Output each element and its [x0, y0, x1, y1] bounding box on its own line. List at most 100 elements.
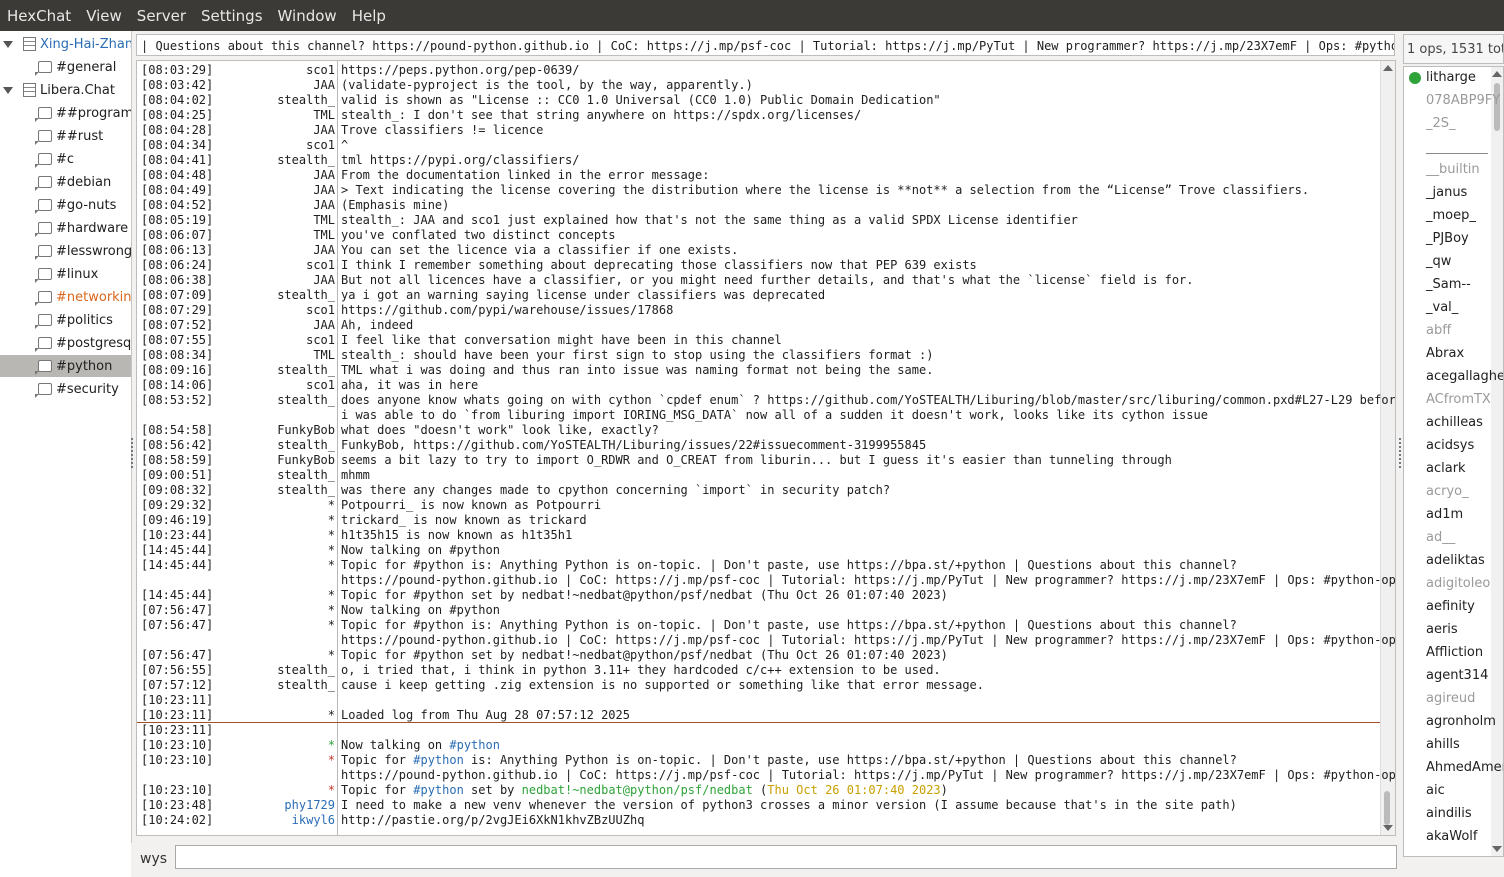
- user-list-item[interactable]: aic: [1426, 781, 1445, 801]
- nick-label[interactable]: stealth_: [277, 393, 335, 408]
- tree-channel[interactable]: #hardware: [0, 217, 131, 239]
- user-list-item[interactable]: 078ABP9FY: [1426, 91, 1500, 111]
- user-list-item[interactable]: ad1m: [1426, 505, 1463, 525]
- nick-label[interactable]: stealth_: [277, 363, 335, 378]
- user-list-item[interactable]: acegallagher: [1426, 367, 1503, 387]
- nick-label[interactable]: stealth_: [277, 288, 335, 303]
- tree-network[interactable]: Xing-Hai-Zhan: [0, 33, 131, 55]
- user-list-item[interactable]: adigitoleo: [1426, 574, 1490, 594]
- chat-log[interactable]: [08:03:29] sco1 https://peps.python.org/pe…: [136, 60, 1396, 836]
- scroll-down-icon[interactable]: [1383, 825, 1393, 831]
- nick-label[interactable]: sco1: [306, 63, 335, 78]
- nick-label[interactable]: ikwyl6: [292, 813, 335, 828]
- user-list-item[interactable]: aefinity: [1426, 597, 1475, 617]
- scroll-down-icon[interactable]: [1492, 846, 1502, 852]
- user-list-item[interactable]: agronholm: [1426, 712, 1496, 732]
- nick-label[interactable]: TML: [313, 108, 335, 123]
- nick-label[interactable]: TML: [313, 348, 335, 363]
- nick-label[interactable]: *: [328, 618, 335, 633]
- user-list-item[interactable]: __builtin: [1426, 160, 1480, 180]
- nick-label[interactable]: *: [328, 648, 335, 663]
- menu-window[interactable]: Window: [271, 7, 345, 25]
- tree-channel[interactable]: #networking: [0, 286, 131, 308]
- user-list-item[interactable]: _qw: [1426, 252, 1451, 272]
- tree-channel[interactable]: #linux: [0, 263, 131, 285]
- user-list-item[interactable]: _PJBoy: [1426, 229, 1469, 249]
- user-list-item[interactable]: acryo_: [1426, 482, 1469, 502]
- nick-label[interactable]: TML: [313, 228, 335, 243]
- menu-settings[interactable]: Settings: [194, 7, 271, 25]
- user-list-item[interactable]: agent314: [1426, 666, 1488, 686]
- expander-arrow-icon[interactable]: [3, 41, 13, 48]
- nick-label[interactable]: stealth_: [277, 468, 335, 483]
- nick-label[interactable]: sco1: [306, 303, 335, 318]
- tree-channel[interactable]: ##programming: [0, 102, 131, 124]
- user-list-item[interactable]: _janus: [1426, 183, 1467, 203]
- nick-label[interactable]: FunkyBob: [277, 423, 335, 438]
- menu-server[interactable]: Server: [130, 7, 194, 25]
- user-list-item[interactable]: acidsys: [1426, 436, 1474, 456]
- nick-label[interactable]: *: [328, 603, 335, 618]
- nick-label[interactable]: *: [328, 738, 335, 753]
- tree-channel[interactable]: #go-nuts: [0, 194, 131, 216]
- tree-channel[interactable]: #postgresql: [0, 332, 131, 354]
- nick-label[interactable]: stealth_: [277, 663, 335, 678]
- user-list-item[interactable]: achilleas: [1426, 413, 1483, 433]
- nick-label[interactable]: stealth_: [277, 153, 335, 168]
- nick-label[interactable]: JAA: [313, 123, 335, 138]
- nick-label[interactable]: stealth_: [277, 678, 335, 693]
- tree-channel[interactable]: ##rust: [0, 125, 131, 147]
- nick-label[interactable]: *: [328, 753, 335, 768]
- user-list-item[interactable]: _val_: [1426, 298, 1458, 318]
- nick-label[interactable]: *: [328, 513, 335, 528]
- menu-hexchat[interactable]: HexChat: [0, 7, 79, 25]
- nick-label[interactable]: *: [328, 498, 335, 513]
- nick-label[interactable]: *: [328, 708, 335, 723]
- scroll-up-icon[interactable]: [1383, 65, 1393, 71]
- user-list-item[interactable]: adeliktas: [1426, 551, 1485, 571]
- user-list-item[interactable]: ahills: [1426, 735, 1460, 755]
- menu-view[interactable]: View: [79, 7, 130, 25]
- nick-label[interactable]: stealth_: [277, 438, 335, 453]
- nick-label[interactable]: sco1: [306, 258, 335, 273]
- nick-label[interactable]: JAA: [313, 273, 335, 288]
- nick-label[interactable]: stealth_: [277, 483, 335, 498]
- nick-label[interactable]: JAA: [313, 168, 335, 183]
- user-list-item[interactable]: ACfromTX: [1426, 390, 1491, 410]
- nick-label[interactable]: TML: [313, 213, 335, 228]
- nick-button[interactable]: wys: [140, 851, 167, 867]
- user-list-item[interactable]: aindilis: [1426, 804, 1472, 824]
- nick-label[interactable]: stealth_: [277, 93, 335, 108]
- scroll-up-icon[interactable]: [1492, 71, 1502, 77]
- nick-label[interactable]: JAA: [313, 78, 335, 93]
- user-list-item[interactable]: Abrax: [1426, 344, 1464, 364]
- tree-channel[interactable]: #c: [0, 148, 131, 170]
- user-list-item[interactable]: akaWolf: [1426, 827, 1477, 847]
- user-list-item[interactable]: Affliction: [1426, 643, 1483, 663]
- user-list-item[interactable]: aclark: [1426, 459, 1466, 479]
- user-list-item[interactable]: _moep_: [1426, 206, 1476, 226]
- nick-label[interactable]: FunkyBob: [277, 453, 335, 468]
- nick-label[interactable]: *: [328, 558, 335, 573]
- expander-arrow-icon[interactable]: [3, 87, 13, 94]
- tree-channel[interactable]: #security: [0, 378, 131, 400]
- tree-channel[interactable]: #python: [0, 355, 131, 377]
- user-list-scrollbar[interactable]: [1491, 67, 1503, 856]
- message-input[interactable]: [175, 845, 1397, 869]
- scroll-thumb[interactable]: [1384, 791, 1390, 825]
- nick-label[interactable]: *: [328, 543, 335, 558]
- tree-channel[interactable]: #lesswrong: [0, 240, 131, 262]
- tree-network[interactable]: Libera.Chat: [0, 79, 131, 101]
- user-list-item[interactable]: ad__: [1426, 528, 1455, 548]
- nick-label[interactable]: JAA: [313, 183, 335, 198]
- nick-label[interactable]: JAA: [313, 318, 335, 333]
- left-pane-grip[interactable]: [131, 438, 135, 468]
- nick-label[interactable]: phy1729: [284, 798, 335, 813]
- menu-help[interactable]: Help: [345, 7, 394, 25]
- nick-label[interactable]: JAA: [313, 198, 335, 213]
- tree-channel[interactable]: #general: [0, 56, 131, 78]
- nick-label[interactable]: *: [328, 528, 335, 543]
- user-list-item[interactable]: aeris: [1426, 620, 1458, 640]
- user-list-item[interactable]: litharge: [1426, 68, 1476, 88]
- nick-label[interactable]: *: [328, 783, 335, 798]
